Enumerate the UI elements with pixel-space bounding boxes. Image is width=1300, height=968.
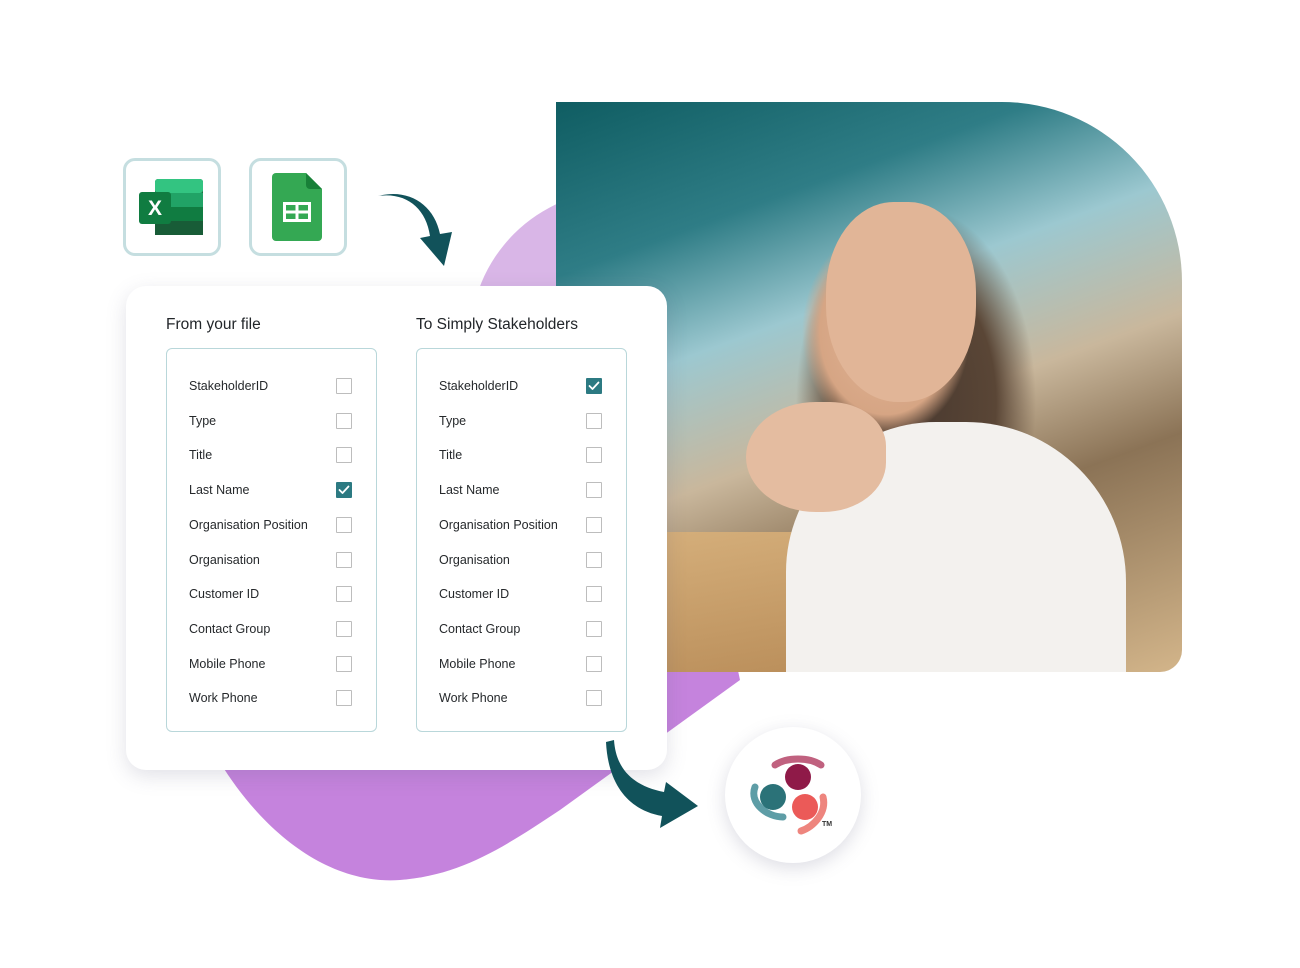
field-checkbox[interactable] bbox=[586, 378, 602, 394]
field-checkbox[interactable] bbox=[586, 516, 602, 533]
field-checkbox[interactable] bbox=[586, 620, 602, 637]
field-label: Title bbox=[439, 448, 463, 463]
field-checkbox[interactable] bbox=[336, 447, 352, 464]
field-checkbox[interactable] bbox=[336, 586, 352, 603]
field-label: Contact Group bbox=[439, 621, 521, 636]
field-checkbox[interactable] bbox=[336, 378, 352, 394]
svg-text:X: X bbox=[148, 197, 162, 220]
field-label: Work Phone bbox=[189, 691, 258, 706]
field-row: Work Phone bbox=[439, 688, 602, 708]
field-label: Organisation Position bbox=[189, 517, 308, 532]
field-row: Type bbox=[439, 411, 602, 431]
field-label: Work Phone bbox=[439, 691, 508, 706]
field-row: Mobile Phone bbox=[439, 654, 602, 674]
from-file-title: From your file bbox=[166, 316, 261, 333]
google-sheets-icon bbox=[272, 173, 322, 241]
field-checkbox[interactable] bbox=[586, 482, 602, 499]
field-checkbox[interactable] bbox=[336, 690, 352, 707]
field-checkbox[interactable] bbox=[336, 412, 352, 429]
field-label: Customer ID bbox=[189, 587, 260, 602]
field-checkbox[interactable] bbox=[336, 482, 352, 499]
field-row: Contact Group bbox=[439, 619, 602, 639]
destination-field-list: StakeholderID Type Title Last Name Organisat… bbox=[416, 348, 627, 732]
field-checkbox[interactable] bbox=[586, 551, 602, 568]
field-checkbox[interactable] bbox=[336, 516, 352, 533]
field-label: Organisation bbox=[439, 552, 510, 567]
google-sheets-tile[interactable] bbox=[249, 158, 347, 256]
field-label: Customer ID bbox=[439, 587, 510, 602]
field-row: Organisation bbox=[189, 550, 352, 570]
excel-tile[interactable]: X bbox=[123, 158, 221, 256]
field-row: Type bbox=[189, 411, 352, 431]
field-row: StakeholderID bbox=[439, 376, 602, 396]
field-label: StakeholderID bbox=[439, 379, 519, 393]
field-row: Last Name bbox=[189, 480, 352, 500]
field-label: Mobile Phone bbox=[439, 656, 516, 671]
checkmark-icon bbox=[588, 381, 600, 390]
field-row: Last Name bbox=[439, 480, 602, 500]
field-row: Organisation Position bbox=[439, 515, 602, 535]
arrow-down-icon bbox=[378, 193, 452, 266]
stakeholders-logo-icon: TM bbox=[750, 755, 832, 835]
to-stakeholders-title: To Simply Stakeholders bbox=[416, 316, 578, 333]
field-row: Mobile Phone bbox=[189, 654, 352, 674]
field-row: Contact Group bbox=[189, 619, 352, 639]
checkmark-icon bbox=[338, 485, 350, 494]
field-row: StakeholderID bbox=[189, 376, 352, 396]
field-row: Title bbox=[189, 445, 352, 465]
field-label: Organisation Position bbox=[439, 517, 558, 532]
photo-face bbox=[826, 202, 976, 402]
source-field-list: StakeholderID Type Title Last Name Organisat… bbox=[166, 348, 377, 732]
simply-stakeholders-logo: TM bbox=[725, 727, 861, 863]
field-label: Title bbox=[189, 448, 213, 463]
field-checkbox[interactable] bbox=[336, 620, 352, 637]
field-label: Type bbox=[189, 413, 217, 428]
field-checkbox[interactable] bbox=[586, 412, 602, 429]
field-row: Work Phone bbox=[189, 688, 352, 708]
field-label: StakeholderID bbox=[189, 379, 269, 393]
field-label: Type bbox=[439, 413, 467, 428]
field-row: Customer ID bbox=[439, 584, 602, 604]
field-label: Contact Group bbox=[189, 621, 271, 636]
field-mapping-card: From your file To Simply Stakeholders St… bbox=[126, 286, 667, 770]
trademark-label: TM bbox=[822, 821, 832, 828]
field-label: Mobile Phone bbox=[189, 656, 266, 671]
field-label: Organisation bbox=[189, 552, 260, 567]
field-label: Last Name bbox=[189, 483, 250, 498]
photo-hands bbox=[746, 402, 886, 512]
field-row: Title bbox=[439, 445, 602, 465]
field-checkbox[interactable] bbox=[586, 690, 602, 707]
arrow-right-icon bbox=[606, 740, 698, 828]
field-checkbox[interactable] bbox=[336, 551, 352, 568]
field-row: Organisation Position bbox=[189, 515, 352, 535]
field-row: Organisation bbox=[439, 550, 602, 570]
excel-icon: X bbox=[139, 179, 203, 235]
field-label: Last Name bbox=[439, 483, 500, 498]
field-checkbox[interactable] bbox=[586, 586, 602, 603]
field-row: Customer ID bbox=[189, 584, 352, 604]
field-checkbox[interactable] bbox=[336, 655, 352, 672]
field-checkbox[interactable] bbox=[586, 655, 602, 672]
field-checkbox[interactable] bbox=[586, 447, 602, 464]
